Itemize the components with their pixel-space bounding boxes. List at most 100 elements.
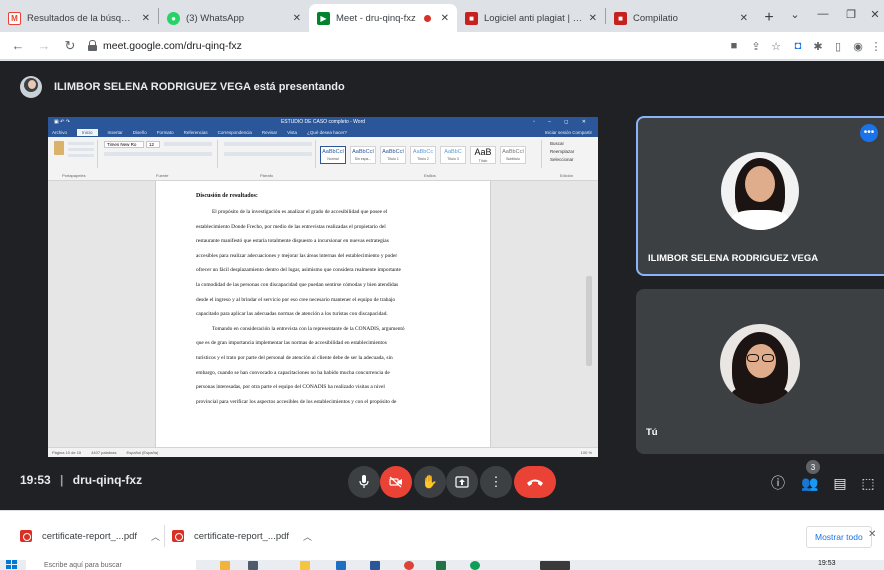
document-heading: Discusión de resultados: [196, 193, 258, 199]
new-tab-button[interactable]: + [756, 4, 782, 32]
whatsapp-icon: ● [167, 11, 180, 25]
show-all-downloads-button[interactable]: Mostrar todo [806, 526, 872, 548]
chevron-up-icon[interactable]: ︿ [303, 530, 312, 543]
tab-title: Logiciel anti plagiat | Préventi [484, 12, 583, 24]
present-now-button[interactable] [446, 466, 478, 498]
close-tab-icon[interactable]: ✕ [293, 13, 301, 24]
windows-taskbar: Escribe aquí para buscar 19:53 [0, 560, 884, 570]
tab-meet[interactable]: ▶ Meet - dru-qinq-fxz ✕ [309, 4, 457, 32]
document-line: provincial para verificar los aspectos a… [196, 398, 397, 405]
word-tab-view: Vista [287, 129, 298, 135]
participant-tile-self[interactable]: Tú [636, 289, 884, 454]
minimize-icon[interactable]: — [810, 4, 836, 24]
document-line: desde el ingreso y al brindar el servici… [196, 296, 396, 303]
reload-icon[interactable]: ↻ [60, 38, 80, 54]
meeting-details-button[interactable]: ⓘ [768, 473, 788, 493]
participant-avatar [721, 152, 799, 230]
word-tab-review: Revisar [261, 129, 278, 135]
maximize-icon[interactable]: ❐ [838, 4, 864, 24]
windows-start-icon[interactable] [6, 560, 18, 570]
word-ribbon-tabs: Archivo Inicio Insertar Diseño Formato R… [48, 127, 598, 137]
address-bar[interactable]: meet.google.com/dru-qinq-fxz [88, 35, 242, 57]
side-panel-icon[interactable]: ▯ [830, 38, 846, 54]
document-line: capacitado para aplicar las adecuadas no… [196, 311, 388, 318]
folder-icon[interactable] [300, 561, 310, 570]
avatar [20, 76, 42, 98]
align-buttons [224, 152, 312, 156]
word-icon[interactable] [370, 561, 380, 570]
forward-icon[interactable]: → [34, 38, 54, 53]
profile-avatar[interactable]: ◉ [850, 38, 866, 54]
taskbar-search-input[interactable]: Escribe aquí para buscar [26, 560, 196, 570]
tab-anti-plagiat[interactable]: ■ Logiciel anti plagiat | Préventi ✕ [457, 4, 605, 32]
ribbon-label: Portapapeles [62, 173, 86, 178]
download-item[interactable]: certificate-report_...pdf ︿ [20, 528, 160, 544]
presenter-banner: ILIMBOR SELENA RODRIGUEZ VEGA está prese… [20, 75, 345, 99]
word-tab-file: Archivo [52, 129, 68, 135]
word-tab-layout: Formato [156, 129, 174, 135]
activities-icon: ⬚ [861, 474, 875, 491]
more-options-button[interactable]: ⋮ [480, 466, 512, 498]
word-tab-insert: Insertar [107, 129, 123, 135]
info-icon: ⓘ [771, 475, 785, 491]
tab-whatsapp[interactable]: ● (3) WhatsApp ✕ [159, 4, 309, 32]
document-line: Tomando en consideración la entrevista c… [212, 325, 405, 332]
font-format-buttons [104, 152, 212, 156]
tab-gmail-search[interactable]: M Resultados de la búsqueda ✕ [0, 4, 158, 32]
close-window-icon[interactable]: ✕ [862, 4, 884, 24]
document-line: El propósito de la investigación es anal… [212, 209, 388, 215]
word-tab-home: Inicio [77, 128, 98, 136]
close-tab-icon[interactable]: ✕ [589, 13, 597, 24]
tab-search-icon[interactable]: ⌄ [782, 4, 808, 24]
zoom-level: 100 % [580, 450, 592, 455]
select-button: Seleccionar [550, 157, 574, 162]
shelf-separator [164, 525, 165, 547]
close-shelf-icon[interactable]: ✕ [868, 529, 876, 540]
document-line: turísticos y el trato por parte del pers… [196, 354, 393, 361]
chrome-icon[interactable] [404, 561, 414, 570]
word-status-bar: Página 10 de 15 4407 palabras Español (E… [48, 447, 598, 457]
microphone-icon [359, 475, 369, 488]
document-line: la comodidad de las personas con discapa… [196, 281, 399, 288]
hang-up-icon [527, 479, 543, 486]
camera-off-button[interactable] [380, 466, 412, 498]
bookmark-star-icon[interactable]: ☆ [768, 38, 784, 54]
microphone-button[interactable] [348, 466, 380, 498]
hand-icon: ✋ [421, 474, 439, 489]
leave-call-button[interactable] [514, 466, 556, 498]
ribbon-group-styles: AaBbCcI Normal AaBbCcI Sin espa... AaBbCcI… [320, 140, 542, 168]
participant-tile-presenter[interactable]: ••• ILIMBOR SELENA RODRIGUEZ VEGA [636, 116, 884, 276]
word-tell-me: ¿Qué desea hacer? [307, 129, 347, 135]
chat-button[interactable]: ▤ [830, 473, 850, 493]
download-item[interactable]: certificate-report_...pdf ︿ [172, 528, 312, 544]
back-icon[interactable]: ← [8, 38, 28, 53]
camera-indicator-icon[interactable]: ■ [726, 38, 742, 54]
taskbar-app-icon[interactable] [220, 561, 230, 570]
taskbar-app-icon[interactable] [248, 561, 258, 570]
participant-avatar [720, 324, 800, 404]
people-button[interactable]: 👥 [800, 473, 820, 493]
taskbar-app-icon[interactable] [470, 561, 480, 570]
more-options-button[interactable]: ••• [860, 124, 878, 142]
close-tab-icon[interactable]: ✕ [142, 13, 150, 24]
tab-compilatio[interactable]: ■ Compilatio ✕ [606, 4, 756, 32]
extension-icon[interactable]: ◘ [790, 38, 806, 54]
extensions-puzzle-icon[interactable]: ✱ [810, 38, 826, 54]
ribbon-group-editing: Buscar Reemplazar Seleccionar [546, 140, 594, 168]
close-tab-icon[interactable]: ✕ [441, 13, 449, 24]
menu-dots-icon[interactable]: ⋮ [868, 38, 884, 54]
taskbar-app-icon[interactable] [540, 561, 570, 570]
taskbar-app-icon[interactable] [336, 561, 346, 570]
activities-button[interactable]: ⬚ [858, 473, 878, 493]
chevron-up-icon[interactable]: ︿ [151, 530, 160, 543]
word-count: 4407 palabras [91, 450, 117, 455]
close-tab-icon[interactable]: ✕ [740, 13, 748, 24]
meeting-time: 19:53 [20, 473, 51, 487]
compilatio-icon: ■ [614, 11, 627, 25]
excel-icon[interactable] [436, 561, 446, 570]
format-painter-icon [68, 154, 94, 157]
tab-title: Resultados de la búsqueda [27, 12, 136, 24]
language-status: Español (España) [126, 450, 159, 455]
raise-hand-button[interactable]: ✋ [414, 466, 446, 498]
share-icon[interactable]: ⇪ [748, 38, 764, 54]
